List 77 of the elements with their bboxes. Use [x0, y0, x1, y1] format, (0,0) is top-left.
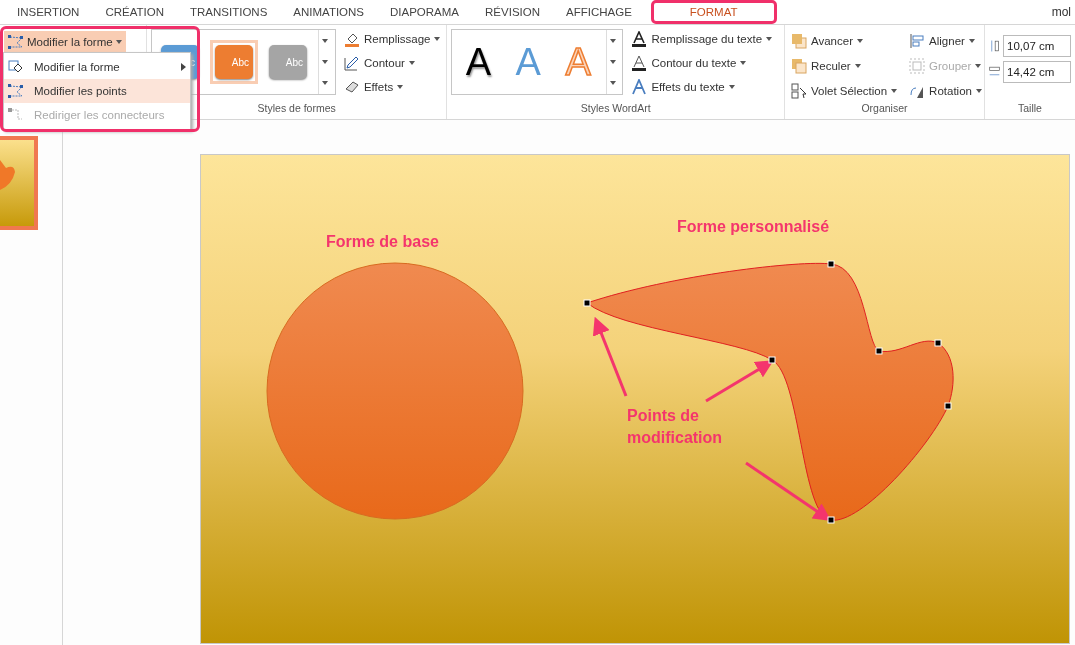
connector-icon — [8, 108, 24, 122]
edit-point-handle[interactable] — [944, 402, 952, 410]
caret-icon — [609, 60, 616, 64]
edit-shape-button[interactable]: Modifier la forme — [4, 31, 126, 53]
arrange-button[interactable]: Aligner — [907, 29, 984, 52]
edit-point-handle[interactable] — [768, 356, 776, 364]
text-outline-icon — [631, 55, 648, 71]
pointer-arrow — [705, 360, 774, 403]
caret-icon — [115, 40, 122, 44]
text-effects-icon — [631, 79, 648, 95]
bring-forward-icon — [791, 32, 807, 49]
ribbon-tab[interactable]: INSERTION — [4, 0, 93, 24]
selection-pane-icon — [791, 82, 807, 99]
group-label: Styles de formes — [257, 102, 336, 116]
user-name[interactable]: mol — [1051, 5, 1075, 19]
change-shape-icon — [8, 60, 24, 74]
width-input[interactable]: 14,42 cm — [1003, 61, 1071, 83]
send-backward-icon — [791, 57, 807, 74]
caret-icon — [854, 63, 861, 68]
caret-icon — [397, 85, 404, 89]
edit-point-handle[interactable] — [934, 339, 942, 347]
edit-point-handle[interactable] — [583, 299, 591, 307]
text-format-button[interactable]: Effets du texte — [629, 77, 775, 97]
ribbon-tab[interactable]: RÉVISION — [472, 0, 553, 24]
ribbon-tab[interactable]: AFFICHAGE — [553, 0, 645, 24]
slide-caption: Forme personnalisé — [677, 218, 830, 236]
arrange-button[interactable]: Reculer — [789, 54, 900, 77]
caret-icon — [740, 61, 747, 65]
effects-icon — [343, 79, 360, 95]
caret-icon — [975, 88, 982, 93]
shape-format-button[interactable]: Effets — [341, 77, 443, 97]
edit-points-icon — [8, 35, 24, 49]
ribbon-tab[interactable]: FORMAT — [650, 0, 777, 24]
menu-item[interactable]: Modifier la forme — [4, 55, 190, 79]
submenu-arrow-icon — [181, 63, 186, 71]
group-label: Taille — [1018, 102, 1042, 116]
text-format-button[interactable]: Contour du texte — [629, 53, 775, 73]
group-label: Organiser — [861, 102, 908, 116]
shape-format-button[interactable]: Contour — [341, 53, 443, 73]
edit-points-icon — [8, 84, 24, 98]
menu-item[interactable]: Modifier les points — [4, 79, 190, 103]
text-format-button[interactable]: Remplissage du texte — [629, 29, 775, 49]
caret-icon — [975, 63, 982, 68]
caret-icon — [408, 61, 415, 65]
caret-icon — [728, 85, 735, 89]
caret-icon — [321, 81, 328, 86]
ribbon-tab[interactable]: ANIMATIONS — [280, 0, 378, 24]
caret-icon — [434, 37, 441, 41]
arrange-button[interactable]: Avancer — [789, 29, 900, 52]
align-icon — [909, 32, 926, 49]
slide-caption: Points de modification — [627, 406, 724, 448]
group-icon — [909, 57, 926, 74]
caret-icon — [609, 38, 616, 43]
caret-icon — [968, 38, 975, 43]
ribbon-tab[interactable]: CRÉATION — [92, 0, 177, 24]
caret-icon — [891, 88, 898, 93]
edit-point-handle[interactable] — [875, 347, 883, 355]
pencil-icon — [343, 55, 360, 71]
caret-icon — [321, 60, 328, 64]
text-fill-icon — [631, 31, 648, 47]
caret-icon — [321, 38, 328, 43]
edit-point-handle[interactable] — [827, 516, 835, 524]
edit-point-handle[interactable] — [827, 260, 835, 268]
shape-format-button[interactable]: Remplissage — [341, 29, 443, 49]
caret-icon — [857, 38, 863, 43]
slide-caption: Forme de base — [326, 233, 439, 251]
height-input[interactable]: 10,07 cm — [1003, 35, 1071, 57]
arrange-button[interactable]: Rotation — [907, 79, 984, 102]
group-label: Styles WordArt — [580, 102, 651, 116]
caret-icon — [609, 81, 616, 86]
wordart-style-option[interactable]: A — [456, 40, 501, 84]
caret-icon — [766, 37, 773, 41]
ribbon-tab[interactable]: DIAPORAMA — [377, 0, 473, 24]
paint-bucket-icon — [343, 31, 360, 47]
arrange-button[interactable]: Volet Sélection — [789, 79, 900, 102]
slide-thumbnail[interactable] — [0, 136, 38, 230]
ribbon-tab[interactable]: TRANSITIONS — [177, 0, 281, 24]
